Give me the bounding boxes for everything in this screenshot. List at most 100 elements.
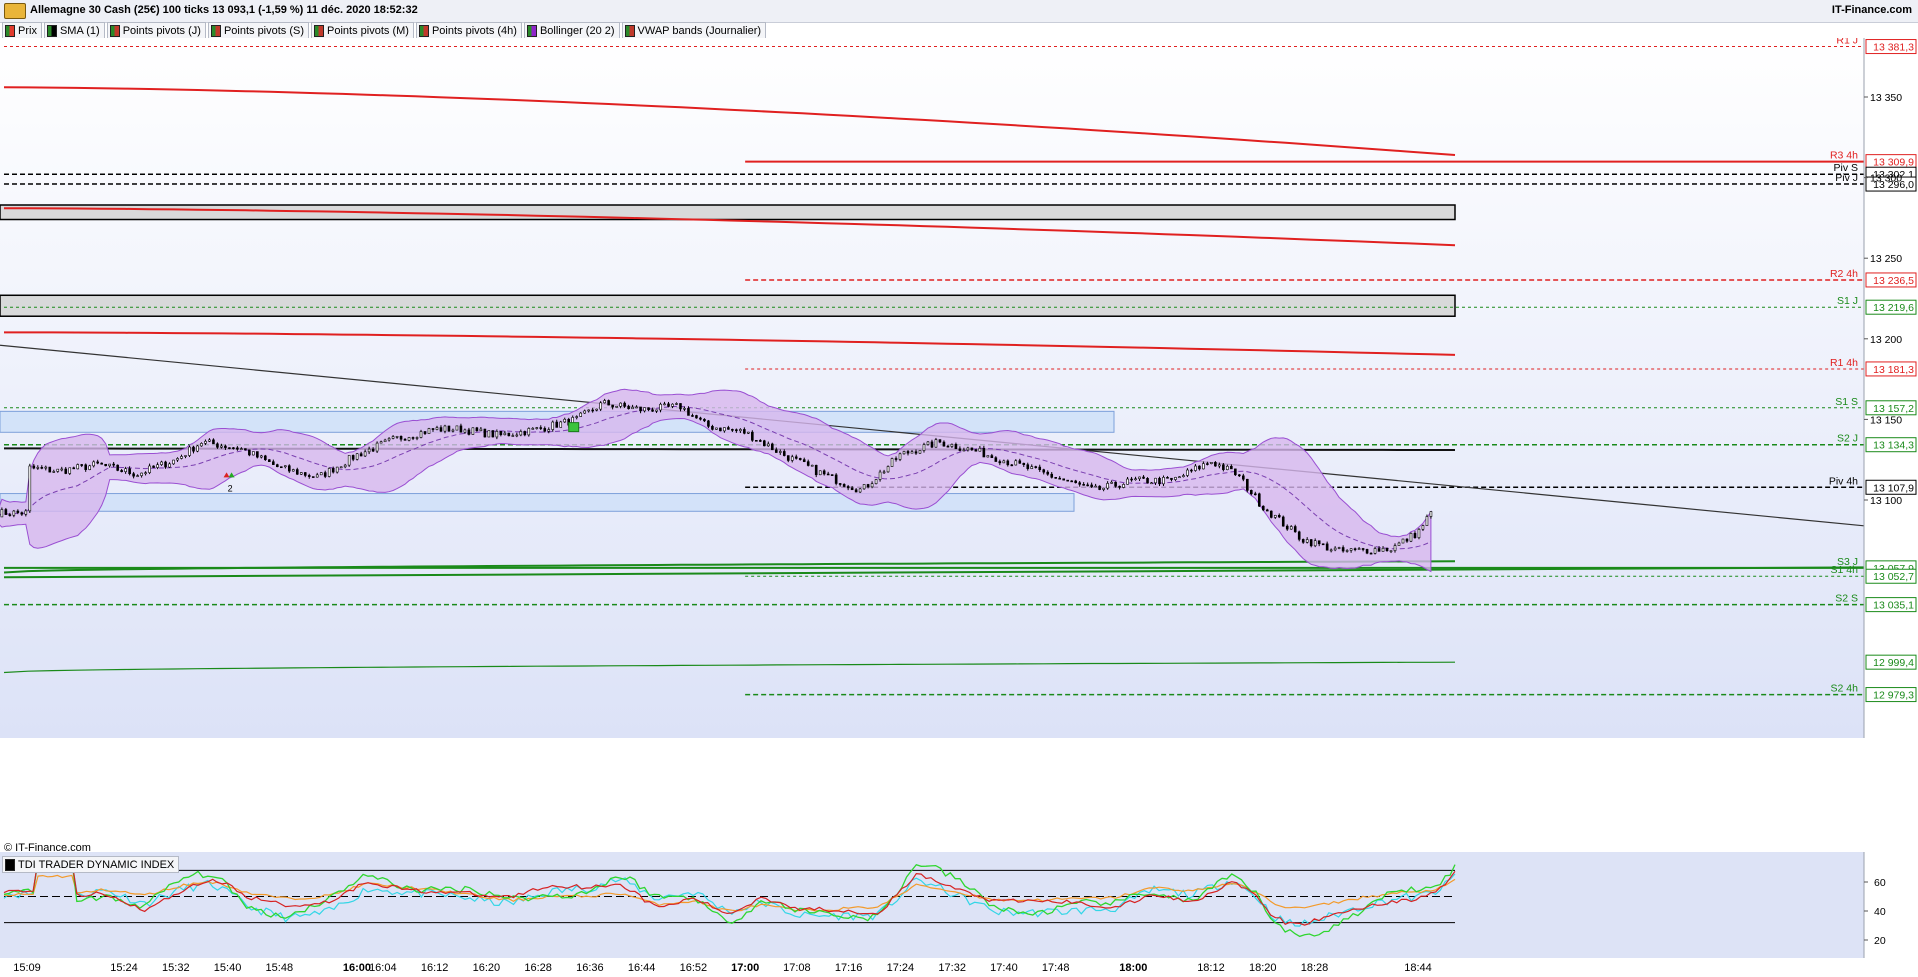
legend-item-6[interactable]: Bollinger (20 2) bbox=[523, 22, 620, 39]
candle-body bbox=[184, 455, 187, 457]
candle-body bbox=[220, 445, 223, 448]
legend-item-0[interactable]: Prix bbox=[2, 22, 42, 39]
price-chart[interactable]: R1 JR3 4hPiv SPiv JR2 4hS1 JR1 4hS1 SS2 … bbox=[0, 38, 1918, 738]
time-tick-label: 17:00 bbox=[731, 962, 760, 974]
legend-label: VWAP bands (Journalier) bbox=[637, 24, 762, 37]
price-axis-value-box: 13 107,9 bbox=[1865, 479, 1917, 495]
candle-body bbox=[519, 431, 523, 436]
candle-body bbox=[1389, 550, 1393, 552]
legend-item-4[interactable]: Points pivots (M) bbox=[311, 22, 414, 39]
candle-body bbox=[56, 468, 60, 472]
legend-label: Points pivots (J) bbox=[122, 24, 201, 37]
candle-body bbox=[810, 464, 814, 467]
pivot-level-label: R1 J bbox=[1836, 38, 1858, 47]
candle-body bbox=[782, 451, 786, 456]
candle-body bbox=[1261, 505, 1265, 511]
candle-body bbox=[303, 472, 307, 476]
candle-body bbox=[563, 418, 567, 423]
price-axis-value-box: 13 219,6 bbox=[1865, 299, 1917, 315]
candle-body bbox=[970, 447, 974, 450]
candle-body bbox=[727, 427, 730, 430]
candle-body bbox=[84, 464, 88, 470]
candle-body bbox=[579, 412, 582, 417]
candle-body bbox=[711, 426, 714, 430]
candle-body bbox=[683, 408, 686, 410]
candle-body bbox=[1182, 475, 1185, 478]
candle-body bbox=[156, 464, 159, 468]
candle-body bbox=[503, 432, 507, 436]
candle-body bbox=[535, 427, 539, 429]
candle-body bbox=[379, 441, 383, 444]
candle-body bbox=[1042, 469, 1046, 473]
candle-body bbox=[1357, 548, 1361, 550]
candle-body bbox=[200, 443, 203, 447]
candle-body bbox=[16, 510, 20, 513]
candle-body bbox=[20, 512, 24, 515]
signal-marker-icon[interactable] bbox=[568, 422, 580, 433]
pivot-level-label: S2 4h bbox=[1831, 683, 1859, 695]
candle-body bbox=[411, 437, 415, 439]
time-tick-label: 15:40 bbox=[213, 962, 242, 974]
candle-body bbox=[1321, 543, 1325, 546]
tdi-chart[interactable]: 60 40 20 bbox=[0, 852, 1918, 958]
candle-body bbox=[1409, 533, 1413, 542]
legend-item-5[interactable]: Points pivots (4h) bbox=[415, 22, 522, 39]
legend-item-3[interactable]: Points pivots (S) bbox=[207, 22, 310, 39]
candle-body bbox=[343, 464, 347, 468]
candle-body bbox=[367, 448, 371, 453]
candle-body bbox=[615, 406, 618, 408]
candle-body bbox=[1062, 478, 1065, 481]
candle-body bbox=[176, 458, 179, 461]
candle-body bbox=[998, 461, 1002, 464]
candle-body bbox=[822, 470, 826, 475]
time-tick-label: 16:52 bbox=[679, 962, 708, 974]
pivot-level-label: S2 S bbox=[1835, 593, 1858, 605]
time-tick-label: 18:00 bbox=[1119, 962, 1148, 974]
candle-body bbox=[575, 416, 578, 418]
price-axis-value-box: 13 309,9 bbox=[1865, 154, 1917, 170]
candle-body bbox=[1373, 548, 1377, 554]
candle-body bbox=[1234, 468, 1237, 476]
candle-body bbox=[224, 445, 227, 448]
tdi-tick-label: 20 bbox=[1874, 935, 1886, 947]
candle-body bbox=[882, 471, 886, 474]
candle-body bbox=[1010, 464, 1014, 467]
candle-body bbox=[1214, 462, 1217, 467]
candle-body bbox=[1421, 525, 1425, 530]
candle-body bbox=[898, 453, 902, 460]
candle-body bbox=[770, 443, 774, 451]
legend-item-1[interactable]: SMA (1) bbox=[43, 22, 105, 39]
time-tick-label: 18:28 bbox=[1300, 962, 1329, 974]
candle-body bbox=[435, 427, 439, 430]
candle-body bbox=[144, 472, 147, 474]
tdi-legend[interactable]: TDI TRADER DYNAMIC INDEX bbox=[2, 856, 180, 873]
candle-body bbox=[48, 466, 52, 473]
candle-body bbox=[1126, 478, 1129, 485]
candle-body bbox=[276, 464, 279, 468]
candle-body bbox=[735, 429, 738, 432]
candle-body bbox=[311, 476, 315, 478]
candle-body bbox=[415, 437, 419, 439]
candle-body bbox=[978, 447, 982, 452]
candle-body bbox=[543, 428, 547, 432]
legend-item-7[interactable]: VWAP bands (Journalier) bbox=[621, 22, 767, 39]
candle-body bbox=[790, 456, 794, 461]
candle-body bbox=[1186, 469, 1189, 476]
candle-body bbox=[1150, 482, 1153, 485]
candle-body bbox=[479, 428, 483, 431]
candle-body bbox=[1313, 540, 1317, 547]
candle-body bbox=[846, 486, 850, 489]
candle-body bbox=[1138, 476, 1141, 480]
candle-body bbox=[291, 469, 295, 472]
candle-body bbox=[723, 427, 726, 432]
candle-body bbox=[1401, 538, 1405, 544]
candle-body bbox=[1078, 482, 1081, 485]
legend-item-2[interactable]: Points pivots (J) bbox=[106, 22, 206, 39]
candle-body bbox=[1246, 478, 1249, 491]
candle-body bbox=[703, 418, 706, 422]
candle-body bbox=[934, 439, 938, 448]
candle-body bbox=[1070, 480, 1073, 483]
candle-body bbox=[1222, 464, 1225, 470]
candle-body bbox=[1158, 477, 1161, 485]
candle-body bbox=[192, 446, 195, 452]
